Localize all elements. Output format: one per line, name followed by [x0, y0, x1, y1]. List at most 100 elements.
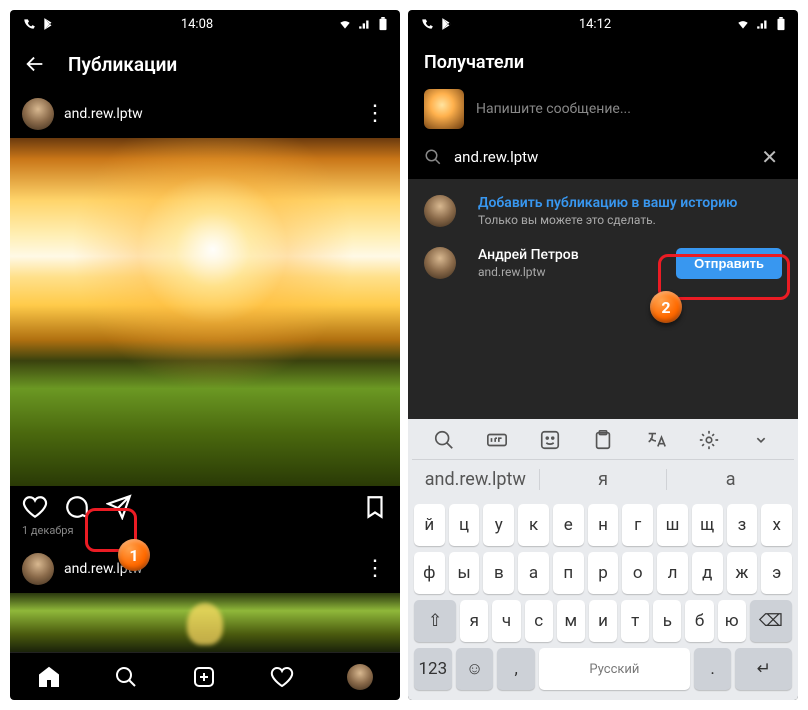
post-header-2[interactable]: and.rew.lptw ⋮	[10, 545, 400, 593]
status-time: 14:12	[579, 17, 611, 32]
more-icon[interactable]: ⋮	[364, 558, 388, 580]
annotation-callout-1: 1	[118, 539, 150, 571]
like-icon[interactable]	[22, 494, 48, 520]
play-store-icon	[42, 17, 56, 31]
activity-icon[interactable]	[270, 665, 294, 689]
add-post-icon[interactable]	[192, 665, 216, 689]
status-time: 14:08	[181, 17, 213, 32]
key-enter[interactable]: ↵	[735, 648, 792, 690]
search-input[interactable]: and.rew.lptw	[454, 148, 745, 166]
key-к[interactable]: к	[518, 504, 549, 546]
key-в[interactable]: в	[483, 552, 514, 594]
key-н[interactable]: н	[588, 504, 619, 546]
post-username[interactable]: and.rew.lptw	[64, 561, 364, 577]
key-й[interactable]: й	[414, 504, 445, 546]
key-е[interactable]: е	[553, 504, 584, 546]
profile-avatar[interactable]	[347, 664, 373, 690]
key-ь[interactable]: ь	[653, 600, 681, 642]
key-comma[interactable]: ,	[497, 648, 535, 690]
key-я[interactable]: я	[460, 600, 488, 642]
status-bar: 14:12	[408, 10, 798, 38]
avatar[interactable]	[22, 98, 54, 130]
bookmark-icon[interactable]	[362, 494, 388, 520]
post-image-2[interactable]	[10, 593, 400, 652]
key-у[interactable]: у	[483, 504, 514, 546]
key-д[interactable]: д	[692, 552, 723, 594]
key-ч[interactable]: ч	[492, 600, 520, 642]
viber-icon	[420, 17, 434, 31]
avatar[interactable]	[424, 247, 456, 279]
phone-left: 14:08 Публикации and.rew.lptw ⋮	[10, 10, 400, 700]
key-з[interactable]: з	[727, 504, 758, 546]
story-row-title: Добавить публикацию в вашу историю	[478, 195, 782, 211]
send-button[interactable]: Отправить	[676, 248, 782, 279]
suggestion[interactable]: я	[540, 469, 668, 490]
key-emoji[interactable]: ☺	[456, 648, 494, 690]
key-shift[interactable]: ⇧	[414, 600, 456, 642]
key-л[interactable]: л	[657, 552, 688, 594]
key-ф[interactable]: ф	[414, 552, 445, 594]
key-ц[interactable]: ц	[449, 504, 480, 546]
more-icon[interactable]: ⋮	[364, 103, 388, 125]
key-period[interactable]: .	[694, 648, 732, 690]
post-actions	[10, 486, 400, 524]
key-ю[interactable]: ю	[718, 600, 746, 642]
annotation-callout-2: 2	[650, 291, 682, 323]
clear-icon[interactable]: ✕	[757, 145, 782, 169]
key-т[interactable]: т	[621, 600, 649, 642]
key-п[interactable]: п	[553, 552, 584, 594]
key-щ[interactable]: щ	[692, 504, 723, 546]
suggestion[interactable]: а	[667, 469, 794, 490]
key-а[interactable]: а	[518, 552, 549, 594]
compose-row[interactable]: Напишите сообщение...	[408, 83, 798, 135]
post-thumbnail	[424, 89, 464, 129]
wifi-icon	[338, 17, 352, 31]
key-space[interactable]: Русский	[539, 648, 690, 690]
compose-input[interactable]: Напишите сообщение...	[476, 101, 631, 117]
key-backspace[interactable]: ⌫	[750, 600, 792, 642]
kb-translate-icon[interactable]	[645, 429, 667, 451]
key-и[interactable]: и	[589, 600, 617, 642]
key-г[interactable]: г	[622, 504, 653, 546]
suggestion[interactable]: and.rew.lptw	[412, 469, 540, 490]
key-б[interactable]: б	[685, 600, 713, 642]
key-numbers[interactable]: 123	[414, 648, 452, 690]
signal-icon	[358, 17, 372, 31]
key-м[interactable]: м	[557, 600, 585, 642]
kb-sticker-icon[interactable]	[539, 429, 561, 451]
post-image[interactable]	[10, 138, 400, 486]
kb-chevron-icon[interactable]	[750, 429, 772, 451]
story-row-subtitle: Только вы можете это сделать.	[478, 213, 782, 227]
kb-settings-icon[interactable]	[698, 429, 720, 451]
key-э[interactable]: э	[761, 552, 792, 594]
status-bar: 14:08	[10, 10, 400, 38]
avatar[interactable]	[22, 553, 54, 585]
comment-icon[interactable]	[64, 494, 90, 520]
recipient-name: Андрей Петров	[478, 247, 664, 263]
recipients-panel: Добавить публикацию в вашу историю Тольк…	[408, 179, 798, 700]
kb-search-icon[interactable]	[433, 429, 455, 451]
post-username[interactable]: and.rew.lptw	[64, 106, 364, 122]
recipients-title: Получатели	[408, 38, 798, 83]
kb-clipboard-icon[interactable]	[592, 429, 614, 451]
post-header[interactable]: and.rew.lptw ⋮	[10, 90, 400, 138]
back-icon[interactable]	[24, 53, 46, 75]
key-ы[interactable]: ы	[449, 552, 480, 594]
key-о[interactable]: о	[622, 552, 653, 594]
bottom-nav	[10, 652, 400, 700]
keyboard-suggestions: and.rew.lptw я а	[412, 460, 794, 498]
battery-icon	[378, 17, 388, 31]
key-р[interactable]: р	[588, 552, 619, 594]
key-с[interactable]: с	[525, 600, 553, 642]
share-icon[interactable]	[106, 494, 132, 520]
key-ж[interactable]: ж	[727, 552, 758, 594]
key-х[interactable]: х	[761, 504, 792, 546]
home-icon[interactable]	[37, 665, 61, 689]
kb-gif-icon[interactable]	[486, 429, 508, 451]
search-icon[interactable]	[114, 665, 138, 689]
add-to-story-row[interactable]: Добавить публикацию в вашу историю Тольк…	[408, 185, 798, 237]
phone-right: 14:12 Получатели Напишите сообщение... a…	[408, 10, 798, 700]
search-icon	[424, 148, 442, 166]
key-ш[interactable]: ш	[657, 504, 688, 546]
battery-icon	[776, 17, 786, 31]
